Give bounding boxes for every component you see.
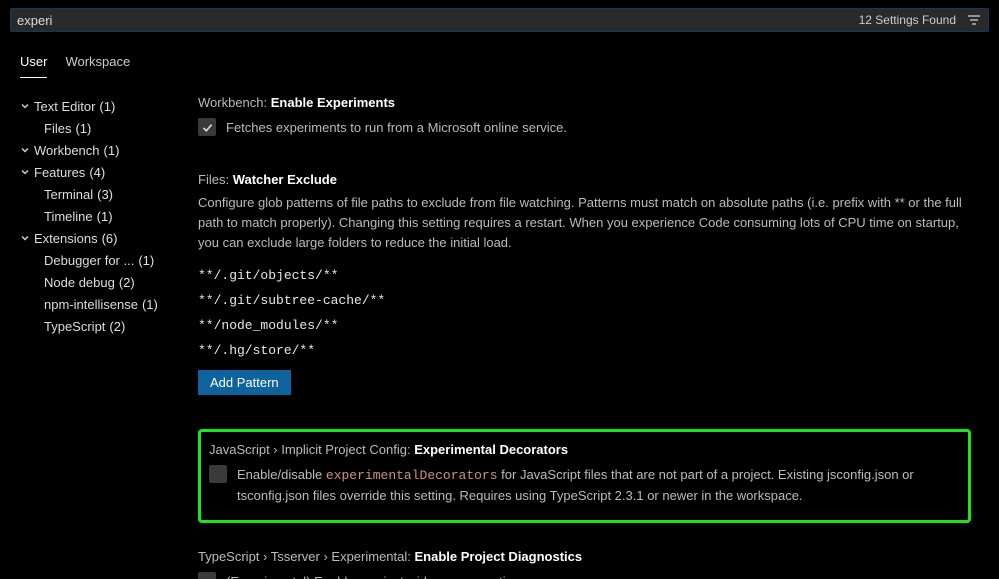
setting-prefix: Files: [198, 172, 229, 187]
checkbox-project-diagnostics[interactable] [198, 572, 216, 579]
tree-item-label: Timeline [44, 209, 93, 224]
tree-item-label: Node debug [44, 275, 115, 290]
setting-name: Enable Project Diagnostics [415, 549, 583, 564]
tree-leaf[interactable]: Files (1) [18, 117, 198, 139]
tree-item-label: Text Editor [34, 99, 95, 114]
tree-leaf[interactable]: Timeline (1) [18, 205, 198, 227]
settings-search-bar[interactable]: 12 Settings Found [10, 8, 989, 32]
setting-name: Enable Experiments [271, 95, 395, 110]
chevron-down-icon [18, 100, 32, 112]
setting-description: Enable/disable experimentalDecorators fo… [237, 465, 960, 506]
setting-name: Watcher Exclude [233, 172, 337, 187]
tree-item-label: Terminal [44, 187, 93, 202]
tree-leaf[interactable]: npm-intellisense (1) [18, 293, 198, 315]
setting-description: (Experimental) Enables project wide erro… [226, 572, 524, 579]
settings-content: Workbench: Enable Experiments Fetches ex… [198, 95, 989, 579]
setting-prefix: TypeScript › Tsserver › Experimental: [198, 549, 411, 564]
setting-project-diagnostics: TypeScript › Tsserver › Experimental: En… [198, 549, 971, 579]
tree-item-count: (4) [89, 165, 105, 180]
setting-description: Fetches experiments to run from a Micros… [226, 118, 567, 138]
tree-item-label: Features [34, 165, 85, 180]
tree-group[interactable]: Text Editor (1) [18, 95, 198, 117]
search-input[interactable] [17, 13, 851, 28]
tree-item-count: (1) [97, 209, 113, 224]
tree-item-label: npm-intellisense [44, 297, 138, 312]
glob-pattern-item[interactable]: **/.hg/store/** [198, 343, 971, 358]
tree-item-count: (3) [97, 187, 113, 202]
settings-scope-tabs: User Workspace [10, 50, 989, 79]
tree-item-label: Debugger for ... [44, 253, 134, 268]
settings-tree: Text Editor (1)Files (1)Workbench (1)Fea… [10, 95, 198, 579]
tree-item-count: (1) [142, 297, 158, 312]
tab-workspace[interactable]: Workspace [65, 50, 130, 78]
glob-pattern-item[interactable]: **/.git/objects/** [198, 268, 971, 283]
tree-item-label: Files [44, 121, 71, 136]
tree-item-label: TypeScript [44, 319, 105, 334]
setting-enable-experiments: Workbench: Enable Experiments Fetches ex… [198, 95, 971, 138]
glob-pattern-item[interactable]: **/.git/subtree-cache/** [198, 293, 971, 308]
search-result-count: 12 Settings Found [859, 13, 956, 27]
tree-item-label: Workbench [34, 143, 100, 158]
glob-pattern-item[interactable]: **/node_modules/** [198, 318, 971, 333]
chevron-down-icon [18, 144, 32, 156]
checkbox-enable-experiments[interactable] [198, 118, 216, 136]
tree-item-count: (1) [138, 253, 154, 268]
setting-description: Configure glob patterns of file paths to… [198, 193, 971, 253]
filter-icon[interactable] [966, 12, 982, 28]
code-inline: experimentalDecorators [326, 468, 498, 483]
chevron-down-icon [18, 166, 32, 178]
tree-leaf[interactable]: TypeScript (2) [18, 315, 198, 337]
tree-leaf[interactable]: Terminal (3) [18, 183, 198, 205]
setting-prefix: JavaScript › Implicit Project Config: [209, 442, 411, 457]
tab-user[interactable]: User [20, 50, 47, 78]
setting-watcher-exclude: Files: Watcher Exclude Configure glob pa… [198, 172, 971, 394]
tree-group[interactable]: Workbench (1) [18, 139, 198, 161]
tree-item-label: Extensions [34, 231, 98, 246]
add-pattern-button[interactable]: Add Pattern [198, 370, 291, 395]
tree-leaf[interactable]: Node debug (2) [18, 271, 198, 293]
glob-pattern-list: **/.git/objects/** **/.git/subtree-cache/… [198, 268, 971, 358]
tree-item-count: (1) [75, 121, 91, 136]
setting-prefix: Workbench: [198, 95, 267, 110]
tree-item-count: (2) [109, 319, 125, 334]
tree-item-count: (6) [102, 231, 118, 246]
highlighted-setting: JavaScript › Implicit Project Config: Ex… [198, 429, 971, 523]
checkbox-experimental-decorators[interactable] [209, 465, 227, 483]
tree-group[interactable]: Extensions (6) [18, 227, 198, 249]
tree-group[interactable]: Features (4) [18, 161, 198, 183]
setting-name: Experimental Decorators [414, 442, 568, 457]
tree-item-count: (1) [99, 99, 115, 114]
chevron-down-icon [18, 232, 32, 244]
tree-leaf[interactable]: Debugger for ... (1) [18, 249, 198, 271]
tree-item-count: (2) [119, 275, 135, 290]
tree-item-count: (1) [104, 143, 120, 158]
